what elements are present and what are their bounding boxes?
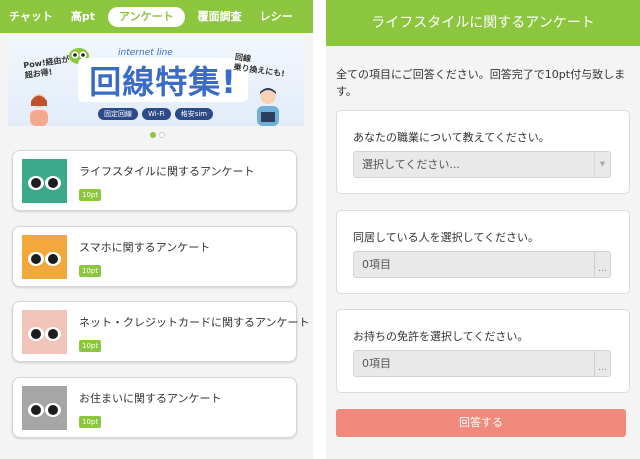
survey-card-lifestyle[interactable]: ライフスタイルに関するアンケート 10pt [12, 150, 297, 211]
select-value: 0項目 [362, 258, 391, 271]
question-label: お持ちの免許を選択してください。 [353, 330, 529, 343]
owl-eyes-icon [22, 235, 67, 279]
survey-title: スマホに関するアンケート [79, 241, 211, 254]
tab-mystery-shopping[interactable]: 覆面調査 [189, 7, 251, 27]
question-household: 同居している人を選択してください。 0項目 … [336, 210, 630, 294]
survey-list-screen: チャット 高pt アンケート 覆面調査 レシー internet line 回線… [0, 0, 313, 459]
points-badge: 10pt [79, 416, 102, 428]
chip-fixed-line: 固定回線 [98, 108, 138, 120]
survey-card-smartphone[interactable]: スマホに関するアンケート 10pt [12, 226, 297, 287]
category-tabbar: チャット 高pt アンケート 覆面調査 レシー [0, 0, 313, 33]
question-label: 同居している人を選択してください。 [353, 231, 540, 244]
woman-illustration-icon [30, 94, 48, 126]
points-badge: 10pt [79, 189, 102, 201]
occupation-select[interactable]: 選択してください... ▼ [353, 151, 611, 178]
carousel-dot[interactable] [159, 132, 165, 138]
tab-chat[interactable]: チャット [0, 7, 62, 27]
question-label: あなたの職業について教えてください。 [353, 131, 550, 144]
chip-wifi: Wi-Fi [142, 108, 171, 120]
tab-survey[interactable]: アンケート [108, 6, 185, 27]
question-occupation: あなたの職業について教えてください。 選択してください... ▼ [336, 110, 630, 194]
tab-high-pt[interactable]: 高pt [62, 7, 104, 27]
owl-eyes-icon [22, 310, 67, 354]
points-badge: 10pt [79, 340, 102, 352]
banner-title: 回線特集! [78, 58, 248, 102]
household-multiselect[interactable]: 0項目 … [353, 251, 611, 278]
survey-title: ライフスタイルに関するアンケート [79, 165, 255, 178]
owl-eyes-icon [22, 386, 67, 430]
tab-receipt[interactable]: レシー [251, 7, 302, 27]
survey-form-screen: ライフスタイルに関するアンケート 全ての項目にご回答ください。回答完了で10pt… [326, 0, 640, 459]
licenses-multiselect[interactable]: 0項目 … [353, 350, 611, 377]
survey-card-housing[interactable]: お住まいに関するアンケート 10pt [12, 377, 297, 438]
question-licenses: お持ちの免許を選択してください。 0項目 … [336, 309, 630, 393]
form-header: ライフスタイルに関するアンケート [326, 0, 640, 46]
banner-chip-row: 固定回線 Wi-Fi 格安sim [98, 108, 214, 120]
form-instructions: 全ての項目にご回答ください。回答完了で10pt付与致します。 [336, 68, 626, 98]
carousel-dot-active[interactable] [150, 132, 156, 138]
more-options-icon: … [594, 351, 610, 376]
promo-banner[interactable]: internet line 回線特集! Pow!経由が 超お得! 回線 乗り換え… [8, 36, 304, 126]
select-value: 選択してください... [362, 158, 460, 171]
survey-title: お住まいに関するアンケート [79, 392, 222, 405]
survey-title: ネット・クレジットカードに関するアンケート [79, 316, 310, 329]
select-value: 0項目 [362, 357, 391, 370]
points-badge: 10pt [79, 265, 102, 277]
survey-card-net-credit[interactable]: ネット・クレジットカードに関するアンケート 10pt [12, 301, 310, 362]
carousel-indicator [150, 132, 165, 138]
submit-button[interactable]: 回答する [336, 409, 626, 437]
chip-budget-sim: 格安sim [174, 108, 214, 120]
man-illustration-icon [257, 88, 279, 126]
more-options-icon: … [594, 252, 610, 277]
chevron-down-icon: ▼ [594, 152, 610, 177]
owl-eyes-icon [22, 159, 67, 203]
